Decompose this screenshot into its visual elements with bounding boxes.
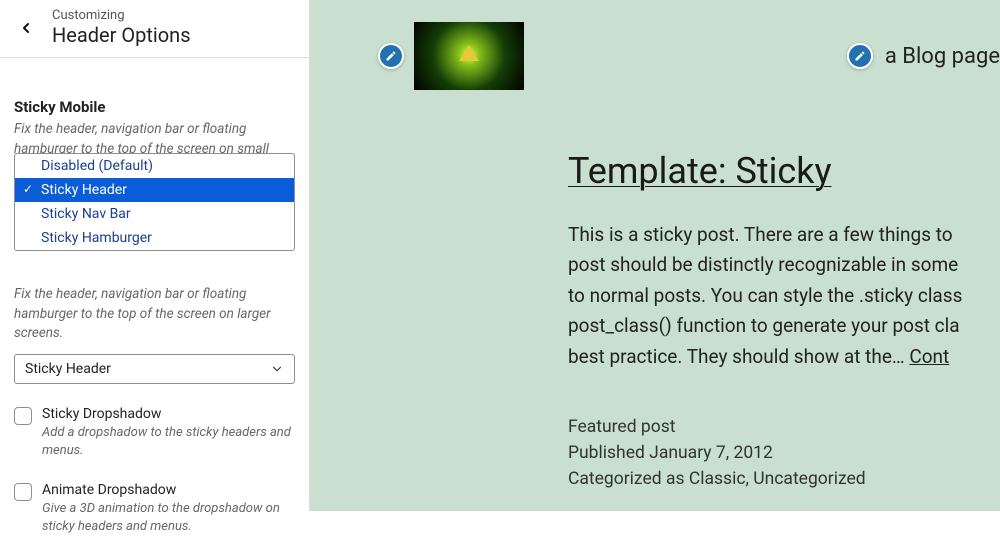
animate-dropshadow-label: Animate Dropshadow [42, 482, 295, 498]
sticky-dropshadow-label: Sticky Dropshadow [42, 406, 295, 422]
site-title[interactable]: a Blog page [885, 44, 1000, 69]
site-logo[interactable] [414, 22, 524, 90]
sticky-dropshadow-row: Sticky Dropshadow Add a dropshadow to th… [14, 406, 295, 460]
sticky-dropshadow-checkbox[interactable] [14, 407, 32, 425]
animate-dropshadow-desc: Give a 3D animation to the dropshadow on… [42, 500, 295, 536]
post-line: best practice. They should show at the… [568, 345, 909, 368]
chevron-left-icon [18, 20, 34, 36]
pencil-icon [854, 50, 866, 62]
meta-categories: Categorized as Classic, Uncategorized [568, 466, 1000, 492]
meta-featured: Featured post [568, 414, 1000, 440]
post-line: to normal posts. You can style the .stic… [568, 284, 962, 307]
sticky-large-select[interactable]: Sticky Header [14, 354, 295, 384]
sticky-large-desc: Fix the header, navigation bar or floati… [14, 285, 295, 344]
edit-site-title-button[interactable] [847, 43, 873, 69]
header-kicker: Customizing [52, 8, 191, 23]
post-line: This is a sticky post. There are a few t… [568, 223, 953, 246]
meta-published: Published January 7, 2012 [568, 440, 1000, 466]
post-line: post should be distinctly recognizable i… [568, 253, 958, 276]
page-title: Header Options [52, 23, 191, 47]
sticky-large-value: Sticky Header [25, 361, 111, 377]
sticky-dropshadow-desc: Add a dropshadow to the sticky headers a… [42, 424, 295, 460]
post-body: This is a sticky post. There are a few t… [568, 220, 1000, 372]
edit-logo-button[interactable] [378, 43, 404, 69]
option-disabled[interactable]: Disabled (Default) [15, 154, 294, 178]
post-line: post_class() function to generate your p… [568, 314, 960, 337]
customizer-sidebar: Customizing Header Options Sticky Mobile… [0, 0, 310, 511]
option-sticky-nav-bar[interactable]: Sticky Nav Bar [15, 202, 294, 226]
continue-link[interactable]: Cont [909, 345, 949, 368]
option-sticky-header[interactable]: Sticky Header [15, 178, 294, 202]
animate-dropshadow-checkbox[interactable] [14, 483, 32, 501]
sidebar-header: Customizing Header Options [0, 0, 309, 58]
post-meta: Featured post Published January 7, 2012 … [568, 414, 1000, 493]
sticky-mobile-select[interactable]: Disabled (Default) Sticky Header Sticky … [14, 153, 295, 251]
preview-pane: a Blog page Template: Sticky This is a s… [310, 0, 1000, 511]
chevron-down-icon [270, 362, 284, 376]
back-button[interactable] [8, 10, 44, 46]
option-sticky-hamburger[interactable]: Sticky Hamburger [15, 226, 294, 250]
pencil-icon [385, 50, 397, 62]
post-title-link[interactable]: Template: Sticky [568, 150, 832, 192]
site-header: a Blog page [378, 22, 1000, 90]
sticky-mobile-label: Sticky Mobile [14, 98, 295, 116]
post: Template: Sticky This is a sticky post. … [378, 150, 1000, 493]
animate-dropshadow-row: Animate Dropshadow Give a 3D animation t… [14, 482, 295, 536]
